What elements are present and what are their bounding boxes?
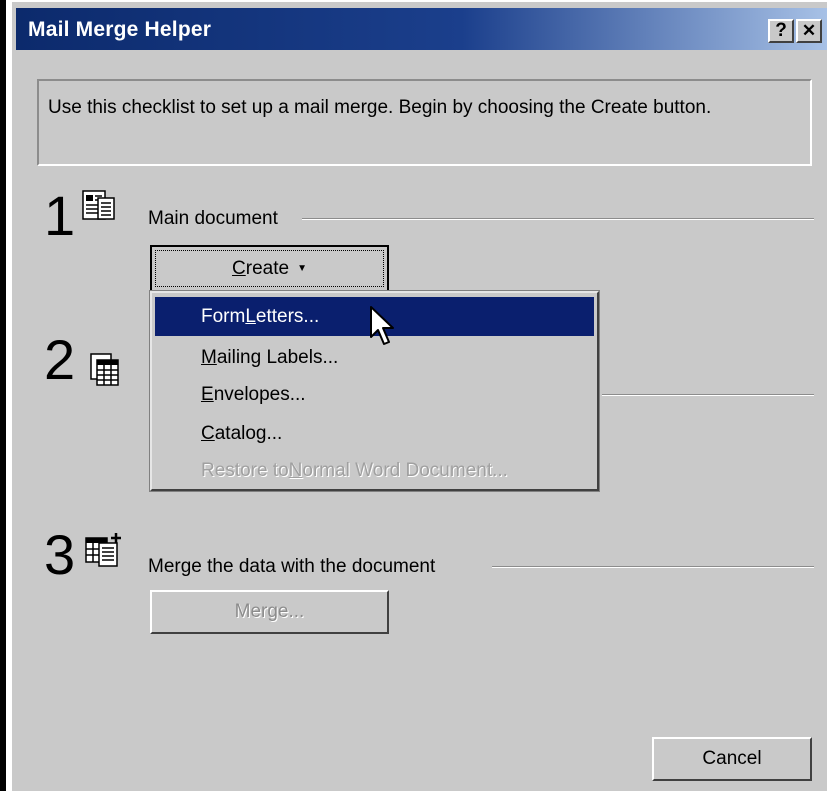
step-1-number: 1: [44, 184, 76, 247]
merge-button-label: Merge...: [234, 601, 305, 622]
step-3-separator: [492, 566, 814, 568]
mail-merge-helper-dialog: Mail Merge Helper ? ✕ Use this checklist…: [10, 0, 827, 791]
menu-item-catalog[interactable]: Catalog...: [155, 414, 594, 453]
step-1-label: Main document: [148, 208, 290, 230]
title-bar[interactable]: Mail Merge Helper ? ✕: [16, 8, 827, 50]
step-2-number: 2: [44, 328, 76, 391]
create-button-focus: Create ▼: [155, 250, 384, 287]
close-icon: ✕: [801, 21, 817, 40]
help-button[interactable]: ?: [768, 19, 794, 43]
window-title: Mail Merge Helper: [28, 18, 212, 41]
merge-icon: [85, 532, 123, 573]
menu-item-envelopes[interactable]: Envelopes...: [155, 375, 594, 414]
data-source-icon: [90, 353, 120, 392]
help-icon: ?: [775, 20, 787, 41]
instructions-panel: Use this checklist to set up a mail merg…: [37, 79, 812, 166]
dropdown-arrow-icon: ▼: [297, 263, 307, 274]
step-3-label: Merge the data with the document: [148, 556, 448, 578]
outer-border: [0, 0, 6, 791]
create-button-label: Create: [232, 257, 290, 279]
step-1-separator: [302, 218, 814, 220]
instructions-text: Use this checklist to set up a mail merg…: [48, 97, 712, 118]
merge-button[interactable]: Merge...: [150, 590, 389, 634]
create-button[interactable]: Create ▼: [150, 245, 389, 292]
cancel-button[interactable]: Cancel: [652, 737, 812, 781]
cancel-button-label: Cancel: [702, 748, 762, 769]
main-document-icon: [82, 190, 116, 227]
step-3-number: 3: [44, 523, 76, 586]
mouse-pointer-icon: [369, 305, 397, 354]
step-2-separator: [602, 394, 814, 396]
menu-item-restore-normal[interactable]: Restore to Normal Word Document...: [155, 451, 594, 490]
close-button[interactable]: ✕: [796, 19, 822, 43]
